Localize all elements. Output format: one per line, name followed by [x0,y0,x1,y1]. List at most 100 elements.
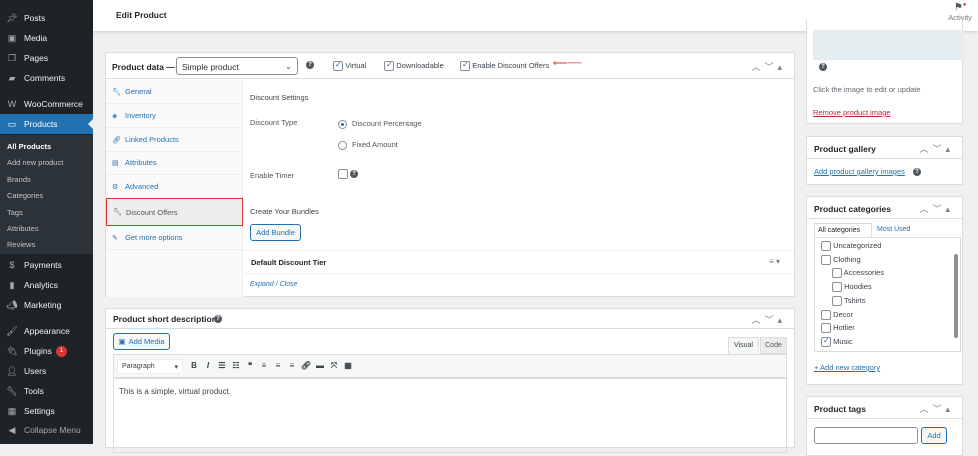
media-icon: ▣ [118,337,126,346]
sidebar-item-label: Tools [24,386,44,396]
sidebar-item-comments[interactable]: ▰ Comments [0,68,93,88]
category-checkbox[interactable]: Hotlier [821,323,855,334]
enable-timer-checkbox[interactable]: ? [338,169,359,180]
tab-general[interactable]: 🔧︎ General [106,80,243,104]
tag-input[interactable] [814,427,918,444]
discount-percentage-radio[interactable]: Discount Percentage [338,119,422,129]
settings-icon: ▦ [7,405,17,416]
submenu-item[interactable]: Attributes [7,224,39,233]
tab-attributes[interactable]: ▤ Attributes [106,151,243,175]
help-icon[interactable]: ? [819,63,827,71]
add-tag-button[interactable]: Add [921,427,947,444]
box-controls[interactable]: ︿﹀▴ [919,142,954,155]
sidebar-item-analytics[interactable]: ▮ Analytics [0,275,93,295]
enable-discount-offers-checkbox[interactable]: Enable Discount Offers [460,60,549,71]
box-controls[interactable]: ︿﹀▴ [919,202,954,215]
tab-get-more-options[interactable]: ✎ Get more options [106,226,243,250]
pin-icon: 📌︎ [6,12,18,23]
submenu-item[interactable]: Reviews [7,240,35,249]
tab-most-used[interactable]: Most Used [877,226,910,233]
box-controls[interactable]: ︿﹀▴ [919,402,954,415]
remove-image-link[interactable]: Remove product image [813,108,891,117]
activity-button[interactable]: ⚑● Activity [948,2,972,22]
update-count-badge: 1 [55,345,67,357]
analytics-icon: ▮ [9,279,15,290]
sidebar-item-woocommerce[interactable]: W WooCommerce [0,94,93,114]
expand-link[interactable]: Expand [250,281,274,288]
sidebar-item-settings[interactable]: ▦ Settings [0,401,93,421]
add-media-button[interactable]: ▣ Add Media [113,333,170,350]
tab-visual[interactable]: Visual [728,337,759,354]
scrollbar[interactable] [954,254,958,338]
align-left-icon[interactable]: ≡ [257,361,271,370]
read-more-icon[interactable]: ▬ [313,361,327,370]
close-link[interactable]: Close [280,281,298,288]
category-checkbox[interactable]: Music [821,336,853,347]
sidebar-item-plugins[interactable]: 🔌︎ Plugins 1 [0,341,93,361]
format-select[interactable]: Paragraph ▾ [117,359,183,374]
link-icon[interactable]: 🔗︎ [299,361,313,370]
discount-type-label: Discount Type [250,118,298,127]
numbered-list-icon[interactable]: ☷ [229,361,243,370]
sidebar-item-posts[interactable]: 📌︎ Posts [0,8,93,28]
sidebar-item-label: Appearance [24,326,70,336]
sidebar-item-collapse-menu[interactable]: ◀ Collapse Menu [0,420,93,440]
tab-advanced[interactable]: ⚙ Advanced [106,175,243,199]
help-icon[interactable]: ? [913,168,921,176]
tab-inventory[interactable]: ◈ Inventory [106,104,243,128]
box-controls[interactable]: ︿﹀▴ [751,313,786,326]
tab-linked-products[interactable]: 🔗︎ Linked Products [106,128,243,152]
virtual-checkbox[interactable]: Virtual [333,60,366,71]
category-checkbox[interactable]: Clothing [821,255,861,265]
tab-all-categories[interactable]: All categories [814,223,872,237]
help-icon[interactable]: ? [350,170,359,179]
category-checkbox[interactable]: Tshirts [832,296,866,306]
add-gallery-images-link[interactable]: Add product gallery images [814,167,905,176]
box-controls[interactable]: ︿﹀▴ [751,60,786,73]
sidebar-item-appearance[interactable]: 🖌︎ Appearance [0,321,93,341]
plugins-icon: 🔌︎ [6,345,18,356]
blockquote-icon[interactable]: ❝ [243,361,257,370]
product-data-tabs: 🔧︎ General ◈ Inventory 🔗︎ Linked Products ▤… [106,80,243,297]
fixed-amount-radio[interactable]: Fixed Amount [338,140,398,150]
editor-content[interactable]: This is a simple, virtual product. [113,378,787,453]
menu-icon[interactable]: ≡ ▾ [769,257,780,266]
sidebar-item-media[interactable]: ▣ Media [0,28,93,48]
submenu-item[interactable]: Add new product [7,158,63,167]
sidebar-item-pages[interactable]: ❐ Pages [0,48,93,68]
help-icon[interactable]: ? [214,315,222,323]
submenu-item[interactable]: Tags [7,208,23,217]
tab-code[interactable]: Code [760,337,787,354]
tab-discount-offers[interactable]: 🔧︎ Discount Offers [106,198,243,226]
product-type-select[interactable]: Simple product ⌄ [176,57,298,75]
category-checkbox[interactable]: Decor [821,310,853,320]
sidebar-item-marketing[interactable]: 📣︎ Marketing [0,295,93,315]
submenu-item[interactable]: All Products [7,142,51,151]
add-new-category-link[interactable]: + Add new category [814,363,880,372]
woo-icon: W [7,99,17,109]
comments-icon: ▰ [8,72,16,83]
sidebar-item-label: Users [24,366,47,376]
align-right-icon[interactable]: ≡ [285,361,299,370]
toolbar-toggle-icon[interactable]: ▦ [341,361,355,370]
category-checkbox[interactable]: Accessories [832,268,884,279]
category-checkbox[interactable]: Hoodies [832,282,872,293]
bullet-list-icon[interactable]: ☰ [215,361,229,370]
category-checkbox[interactable]: Uncategorized [821,241,881,252]
submenu-item[interactable]: Categories [7,191,43,200]
product-image[interactable] [813,30,964,60]
bold-icon[interactable]: B [187,361,201,370]
add-bundle-button[interactable]: Add Bundle [250,224,301,241]
help-icon[interactable]: ? [306,61,314,69]
sidebar-item-products[interactable]: ▭ Products [0,114,93,134]
discount-tier-row[interactable]: Default Discount Tier ≡ ▾ [244,250,794,274]
sidebar-item-payments[interactable]: $ Payments [0,255,93,275]
sidebar-item-users[interactable]: 👤︎ Users [0,361,93,381]
sidebar-item-tools[interactable]: 🔧︎ Tools [0,381,93,401]
sidebar-item-label: Posts [24,13,46,23]
downloadable-checkbox[interactable]: Downloadable [384,60,444,71]
submenu-item[interactable]: Brands [7,175,31,184]
italic-icon[interactable]: I [201,361,215,370]
align-center-icon[interactable]: ≡ [271,361,285,370]
fullscreen-icon[interactable]: ⤧ [327,361,341,371]
